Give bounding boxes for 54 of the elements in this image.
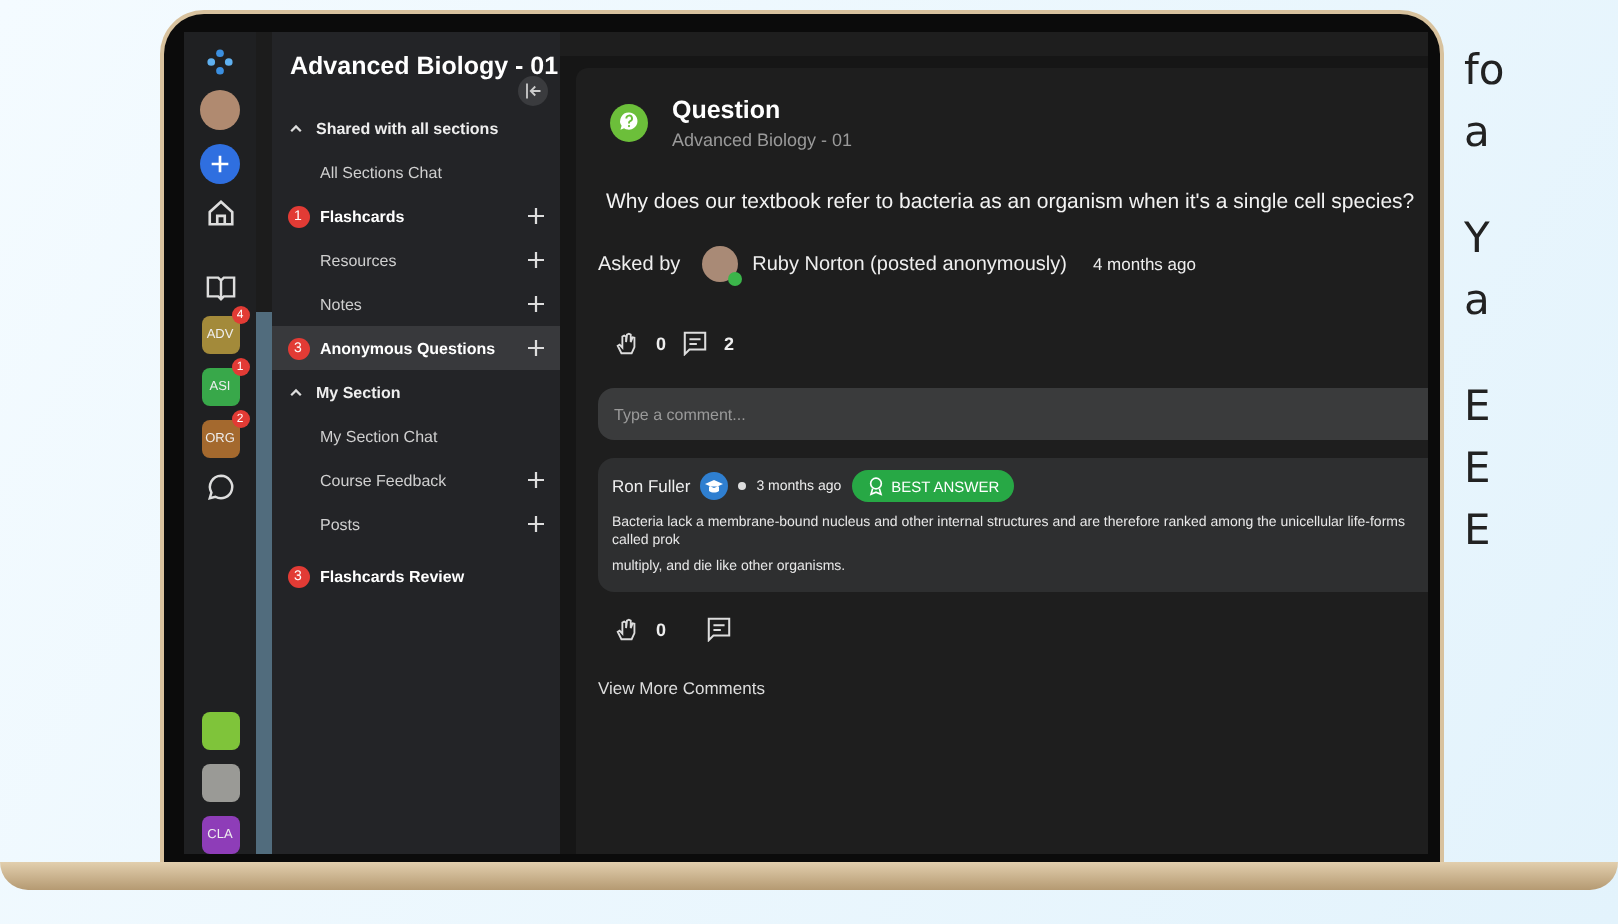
- plus-icon: [210, 154, 230, 174]
- collapse-button[interactable]: [518, 76, 548, 106]
- asked-by-label: Asked by: [598, 253, 681, 275]
- section-header[interactable]: My Section: [272, 370, 560, 414]
- comment-count: 2: [724, 333, 735, 353]
- scrollbar[interactable]: [256, 312, 272, 854]
- post-type-title: Question: [672, 96, 783, 124]
- page-text: E: [1464, 442, 1493, 496]
- page-text: E: [1464, 504, 1493, 558]
- comment-input-field[interactable]: Type a comment...: [598, 388, 1428, 440]
- answer-author-name: Ron Fuller: [612, 476, 691, 496]
- caret-icon: [288, 384, 304, 400]
- chat-bubble-icon[interactable]: [205, 472, 235, 502]
- question-text: Why does our textbook refer to bacteria as an organism when it's a single cell species?: [604, 190, 1415, 214]
- caret-icon: [288, 120, 304, 136]
- post-time: 4 months ago: [1092, 254, 1196, 274]
- graduation-cap-icon: [700, 472, 729, 500]
- comment-icon[interactable]: [682, 330, 709, 356]
- question-icon: [610, 104, 648, 142]
- channel-item[interactable]: Course Feedback: [272, 458, 560, 502]
- photo-placeholder[interactable]: [201, 764, 239, 802]
- view-more-comments-link[interactable]: View More Comments: [598, 678, 765, 699]
- add-button[interactable]: [200, 144, 240, 184]
- add-icon[interactable]: [528, 296, 544, 312]
- clap-count: 0: [656, 619, 667, 640]
- add-icon[interactable]: [528, 252, 544, 268]
- add-icon[interactable]: [528, 208, 544, 224]
- clap-icon[interactable]: [614, 330, 640, 356]
- channel-item[interactable]: Notes: [272, 282, 560, 326]
- channel-item[interactable]: All Sections Chat: [272, 150, 560, 194]
- course-name: Advanced Biology - 01: [672, 130, 853, 150]
- channel-item[interactable]: Posts: [272, 502, 560, 546]
- profile-avatar[interactable]: [200, 90, 240, 130]
- home-icon[interactable]: [205, 198, 235, 228]
- logo-icon: [206, 48, 234, 76]
- page-text: fo: [1464, 44, 1505, 98]
- author-name: Ruby Norton (posted anonymously): [752, 253, 1067, 275]
- channel-item[interactable]: My Section Chat: [272, 414, 560, 458]
- add-icon[interactable]: [528, 340, 544, 356]
- page-text: Y: [1464, 212, 1492, 266]
- clap-count: 0: [656, 333, 667, 353]
- page-text: E: [1464, 380, 1493, 434]
- book-icon[interactable]: [205, 272, 235, 302]
- clap-icon[interactable]: [614, 616, 640, 643]
- add-icon[interactable]: [528, 472, 544, 488]
- comment-icon[interactable]: [706, 616, 733, 643]
- collapse-sidebar-icon: [524, 82, 542, 100]
- page-text: a: [1464, 106, 1492, 160]
- photo-placeholder[interactable]: [201, 712, 239, 750]
- channel-item[interactable]: Resources: [272, 238, 560, 282]
- course-title: Advanced Biology - 01: [288, 52, 560, 80]
- section-header[interactable]: Shared with all sections: [272, 106, 560, 150]
- page-text: a: [1464, 274, 1492, 328]
- add-icon[interactable]: [528, 516, 544, 532]
